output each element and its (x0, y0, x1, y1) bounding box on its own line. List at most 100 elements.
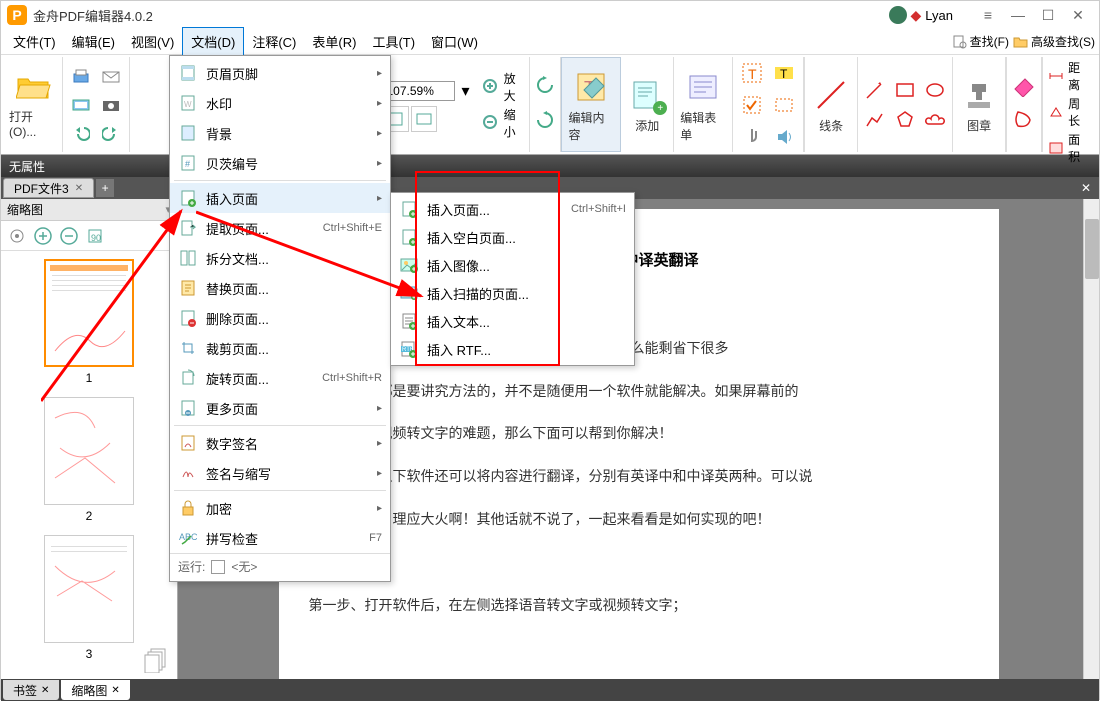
eraser-button[interactable] (1011, 75, 1037, 102)
close-button[interactable]: ✕ (1063, 5, 1093, 25)
cloud-shape-button[interactable] (922, 107, 948, 133)
menu-run-row[interactable]: 运行:<无> (170, 553, 390, 579)
menu-encrypt[interactable]: 加密▸ (170, 493, 390, 523)
submenu-insert-scanned[interactable]: 插入扫描的页面... (391, 279, 634, 307)
minimize-button[interactable]: — (1003, 5, 1033, 25)
menu-background[interactable]: 背景▸ (170, 118, 390, 148)
camera-button[interactable] (97, 93, 125, 117)
new-tab-button[interactable]: + (96, 179, 114, 197)
menu-document[interactable]: 文档(D) (182, 27, 244, 56)
menu-split-doc[interactable]: 拆分文档... (170, 243, 390, 273)
menu-insert-pages[interactable]: 插入页面▸ (170, 183, 390, 213)
attachment-tool-button[interactable] (737, 122, 767, 152)
menu-icon[interactable]: ≡ (973, 5, 1003, 25)
thumbnail-page-1[interactable]: 1 (9, 259, 169, 385)
submenu-insert-pages[interactable]: 插入页面...Ctrl+Shift+I (391, 195, 634, 223)
undo-button[interactable] (67, 121, 95, 145)
thumbnails-list[interactable]: 1 2 3 (1, 251, 177, 679)
polygon-shape-button[interactable] (892, 107, 918, 133)
polyline-shape-button[interactable] (862, 107, 888, 133)
menu-header-footer[interactable]: 页眉页脚▸ (170, 58, 390, 88)
thumb-zoomout-button[interactable] (57, 224, 81, 248)
mail-button[interactable] (97, 65, 125, 89)
menu-replace-pages[interactable]: 替换页面... (170, 273, 390, 303)
rotate-ccw-button[interactable] (534, 74, 556, 101)
menu-rotate-pages[interactable]: 旋转页面...Ctrl+Shift+R (170, 363, 390, 393)
digital-sign-icon (178, 433, 198, 453)
document-tab[interactable]: PDF文件3 ✕ (3, 178, 94, 198)
bookmark-tab[interactable]: 书签✕ (3, 680, 59, 700)
open-folder-icon[interactable] (16, 70, 52, 106)
measure-area-button[interactable]: 面积 (1047, 131, 1091, 165)
menu-delete-pages[interactable]: 删除页面... (170, 303, 390, 333)
print-button[interactable] (67, 65, 95, 89)
stamp-button[interactable]: 图章 (952, 57, 1006, 152)
checkbox-tool-button[interactable] (737, 90, 767, 120)
page-stack-icon[interactable] (143, 645, 171, 673)
find-button[interactable]: 查找(F) (952, 33, 1009, 50)
zoom-in-button[interactable]: 放大 (481, 70, 523, 104)
vertical-scrollbar[interactable] (1083, 199, 1099, 679)
measure-perimeter-button[interactable]: 周长 (1047, 95, 1091, 129)
text-tool-button[interactable]: T (737, 58, 767, 88)
user-avatar-icon[interactable] (889, 6, 907, 24)
zoom-out-button[interactable]: 缩小 (481, 106, 523, 140)
highlight-tool-button[interactable]: T (769, 58, 799, 88)
ellipse-shape-button[interactable] (922, 77, 948, 103)
user-name[interactable]: Lyan (925, 8, 953, 23)
tab-label: PDF文件3 (14, 180, 69, 197)
menu-crop-pages[interactable]: 裁剪页面... (170, 333, 390, 363)
menu-extract-pages[interactable]: 提取页面...Ctrl+Shift+E (170, 213, 390, 243)
edit-form-button[interactable]: 编辑表单 (674, 57, 733, 152)
menu-more-pages[interactable]: 更多页面▸ (170, 393, 390, 423)
add-button[interactable]: + 添加 (621, 57, 674, 152)
submenu-insert-image[interactable]: 插入图像... (391, 251, 634, 279)
menu-tools[interactable]: 工具(T) (364, 28, 423, 55)
thumb-settings-button[interactable] (5, 224, 29, 248)
chevron-right-icon: ▸ (377, 468, 382, 479)
menu-view[interactable]: 视图(V) (123, 28, 182, 55)
tab-close-all-button[interactable]: ✕ (1077, 179, 1095, 197)
thumbnails-tab[interactable]: 缩略图✕ (61, 680, 129, 700)
ink-button[interactable] (1012, 108, 1036, 135)
arrow-shape-button[interactable] (862, 77, 888, 103)
vip-diamond-icon[interactable]: ◆ (911, 7, 922, 24)
submenu-insert-rtf[interactable]: RTF插入 RTF... (391, 335, 634, 363)
rect-shape-button[interactable] (892, 77, 918, 103)
submenu-insert-text[interactable]: 插入文本... (391, 307, 634, 335)
rotate-icon (178, 368, 198, 388)
thumbnail-page-3[interactable]: 3 (9, 535, 169, 661)
menu-annotate[interactable]: 注释(C) (244, 28, 304, 55)
edit-content-button[interactable]: T 编辑内容 (561, 57, 621, 152)
thumbnail-page-2[interactable]: 2 (9, 397, 169, 523)
lines-button[interactable]: 线条 (804, 57, 858, 152)
maximize-button[interactable]: ☐ (1033, 5, 1063, 25)
menu-spellcheck[interactable]: ABC拼写检查F7 (170, 523, 390, 553)
menu-edit[interactable]: 编辑(E) (64, 28, 123, 55)
menu-file[interactable]: 文件(T) (5, 28, 64, 55)
audio-tool-button[interactable] (769, 122, 799, 152)
menu-sign-initials[interactable]: 签名与缩写▸ (170, 458, 390, 488)
rect-tool-button[interactable] (769, 90, 799, 120)
thumb-zoomin-button[interactable] (31, 224, 55, 248)
edit-content-icon: T (571, 67, 611, 107)
menu-window[interactable]: 窗口(W) (423, 28, 486, 55)
rotate-cw-button[interactable] (534, 109, 556, 136)
insert-page-icon (178, 188, 198, 208)
redo-button[interactable] (97, 121, 125, 145)
menu-digital-sign[interactable]: 数字签名▸ (170, 428, 390, 458)
menu-watermark[interactable]: W水印▸ (170, 88, 390, 118)
insert-pages-submenu: 插入页面...Ctrl+Shift+I 插入空白页面... 插入图像... 插入… (390, 192, 635, 366)
thumb-rotate-button[interactable]: 90 (83, 224, 107, 248)
measure-distance-button[interactable]: 距离 (1047, 59, 1091, 93)
submenu-insert-blank[interactable]: 插入空白页面... (391, 223, 634, 251)
zoom-input[interactable] (383, 81, 455, 101)
fit-visible-button[interactable] (411, 106, 437, 132)
app-title: 金舟PDF编辑器4.0.2 (33, 6, 153, 25)
menu-form[interactable]: 表单(R) (304, 28, 364, 55)
advanced-find-button[interactable]: 高级查找(S) (1013, 33, 1095, 50)
scan-button[interactable] (67, 93, 95, 117)
tab-close-icon[interactable]: ✕ (75, 183, 83, 194)
zoom-dropdown-icon[interactable]: ▾ (457, 78, 473, 104)
menu-bates[interactable]: #贝茨编号▸ (170, 148, 390, 178)
